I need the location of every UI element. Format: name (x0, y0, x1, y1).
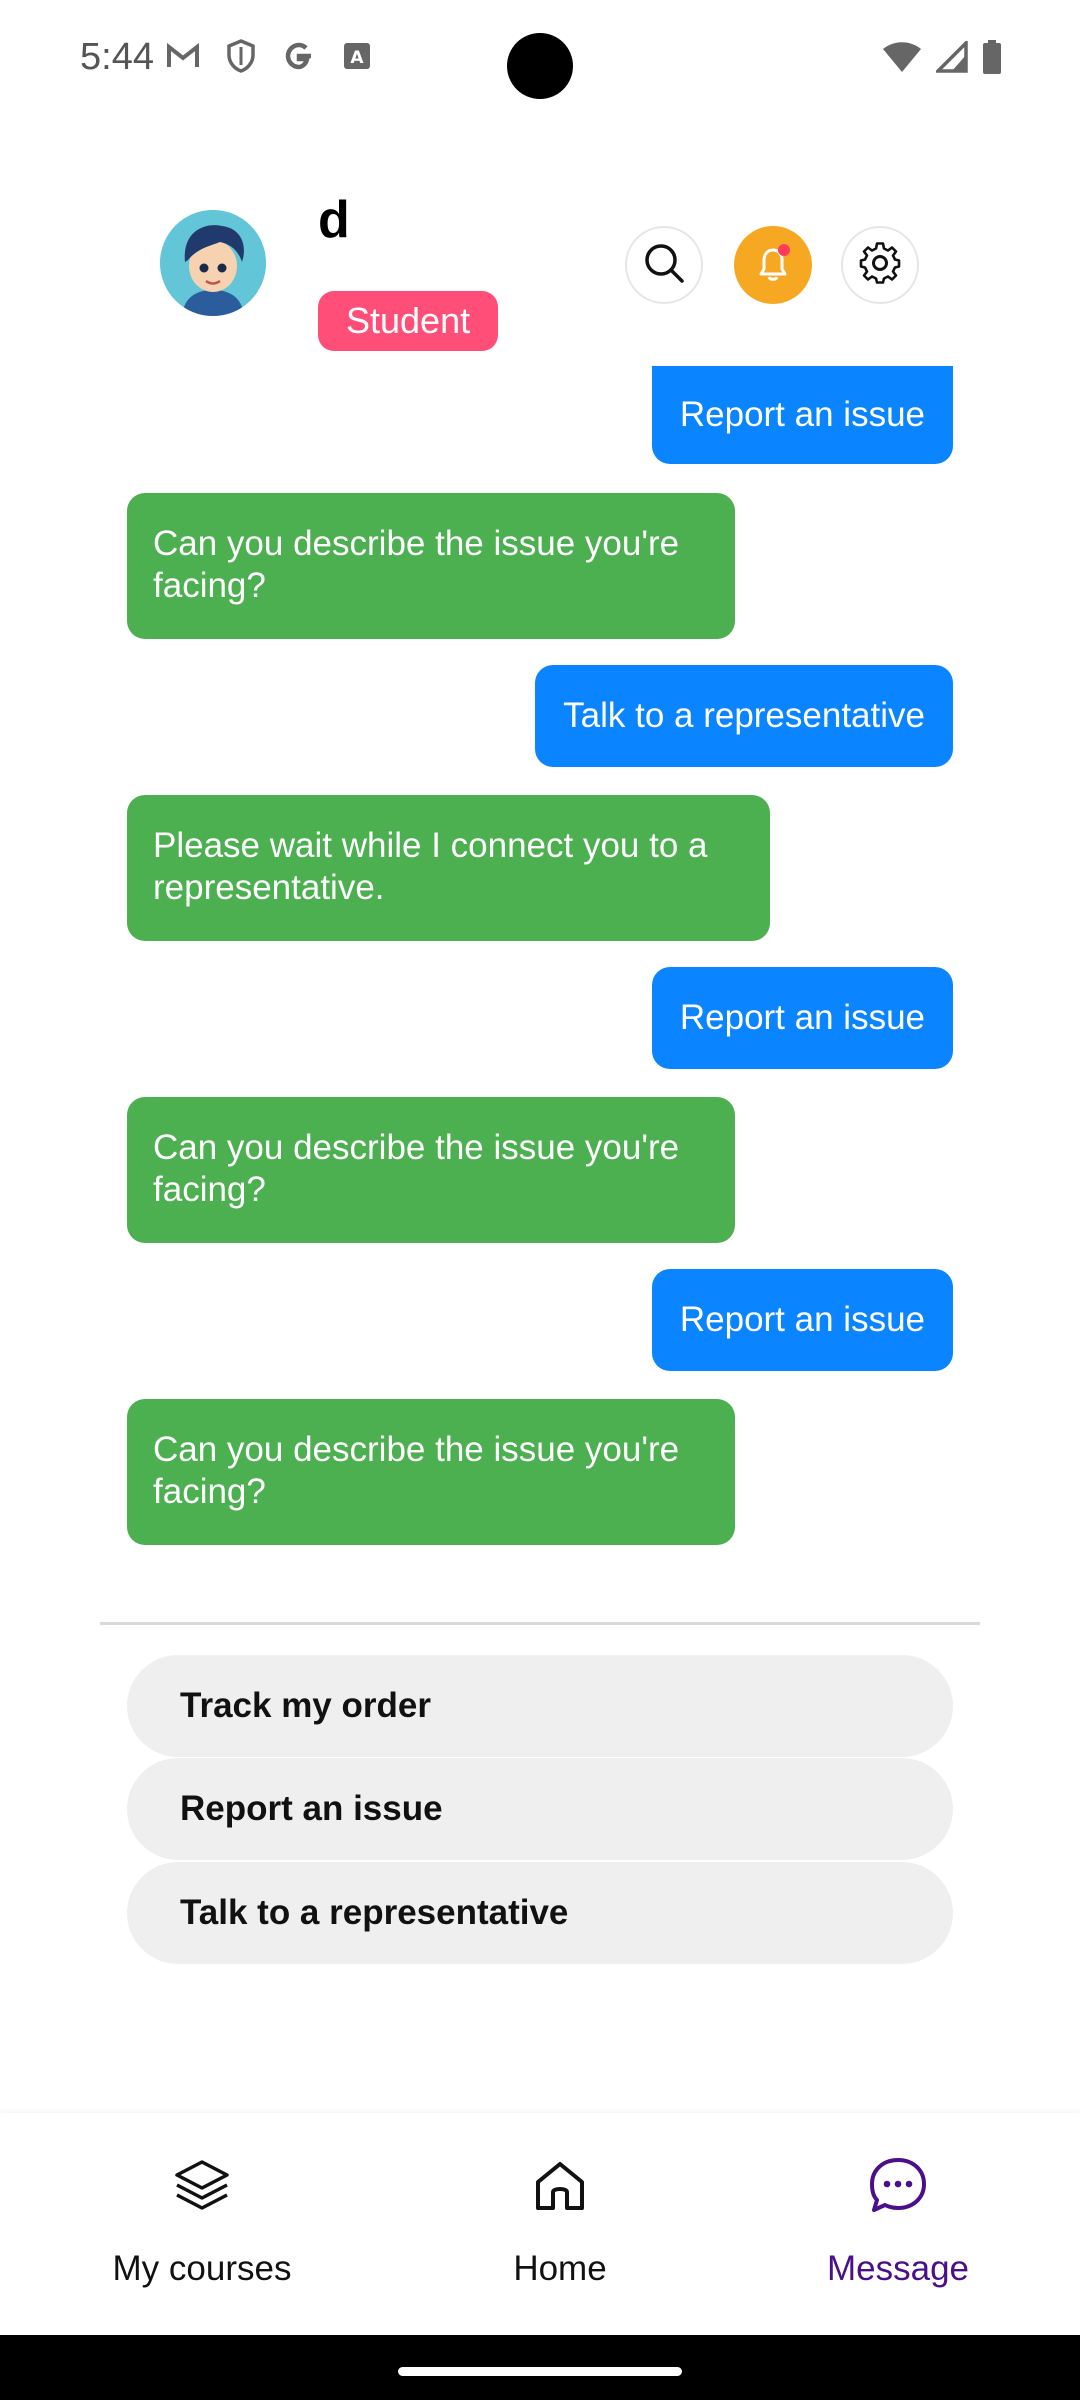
divider (100, 1622, 980, 1625)
user-message: Report an issue (651, 366, 953, 464)
bot-message: Can you describe the issue you're facing… (127, 1097, 735, 1243)
user-message: Report an issue (651, 1269, 953, 1371)
role-badge: Student (318, 291, 499, 351)
gear-icon (858, 241, 902, 290)
signal-icon (933, 38, 968, 78)
nav-label: Message (826, 2249, 970, 2288)
user-name: d (318, 191, 350, 249)
translate-icon: A (339, 38, 375, 74)
user-message: Report an issue (651, 967, 953, 1069)
bot-message: Please wait while I connect you to a rep… (127, 795, 770, 941)
bot-message: Can you describe the issue you're facing… (127, 493, 735, 639)
avatar[interactable] (160, 210, 266, 316)
nav-message[interactable]: Message (748, 2113, 1048, 2335)
quick-reply-report-issue[interactable]: Report an issue (127, 1758, 953, 1860)
quick-reply-talk-representative[interactable]: Talk to a representative (127, 1862, 953, 1964)
home-icon (527, 2153, 593, 2219)
status-time: 5:44 (80, 36, 154, 78)
quick-reply-track-order[interactable]: Track my order (127, 1655, 953, 1757)
bell-icon (751, 241, 795, 290)
nav-home[interactable]: Home (410, 2113, 710, 2335)
chat-messages[interactable]: Report an issue Can you describe the iss… (0, 366, 1080, 1556)
search-icon (642, 241, 686, 290)
layers-icon (169, 2153, 235, 2219)
notifications-button[interactable] (734, 226, 812, 304)
shield-icon (223, 38, 259, 74)
battery-icon (982, 40, 1002, 79)
nav-my-courses[interactable]: My courses (52, 2113, 352, 2335)
nav-label: Home (513, 2249, 607, 2288)
chat-icon (865, 2153, 931, 2219)
nav-label: My courses (112, 2249, 292, 2288)
search-button[interactable] (625, 226, 703, 304)
svg-text:A: A (350, 48, 364, 68)
gmail-icon (165, 38, 201, 74)
status-bar: 5:44 A (0, 0, 1080, 120)
wifi-icon (882, 41, 922, 78)
bottom-nav: My courses Home Message (0, 2113, 1080, 2335)
bot-message: Can you describe the issue you're facing… (127, 1399, 735, 1545)
camera-cutout (507, 33, 573, 99)
google-icon (281, 38, 317, 74)
settings-button[interactable] (841, 226, 919, 304)
home-gesture-bar[interactable] (398, 2367, 682, 2376)
user-message: Talk to a representative (535, 665, 953, 767)
